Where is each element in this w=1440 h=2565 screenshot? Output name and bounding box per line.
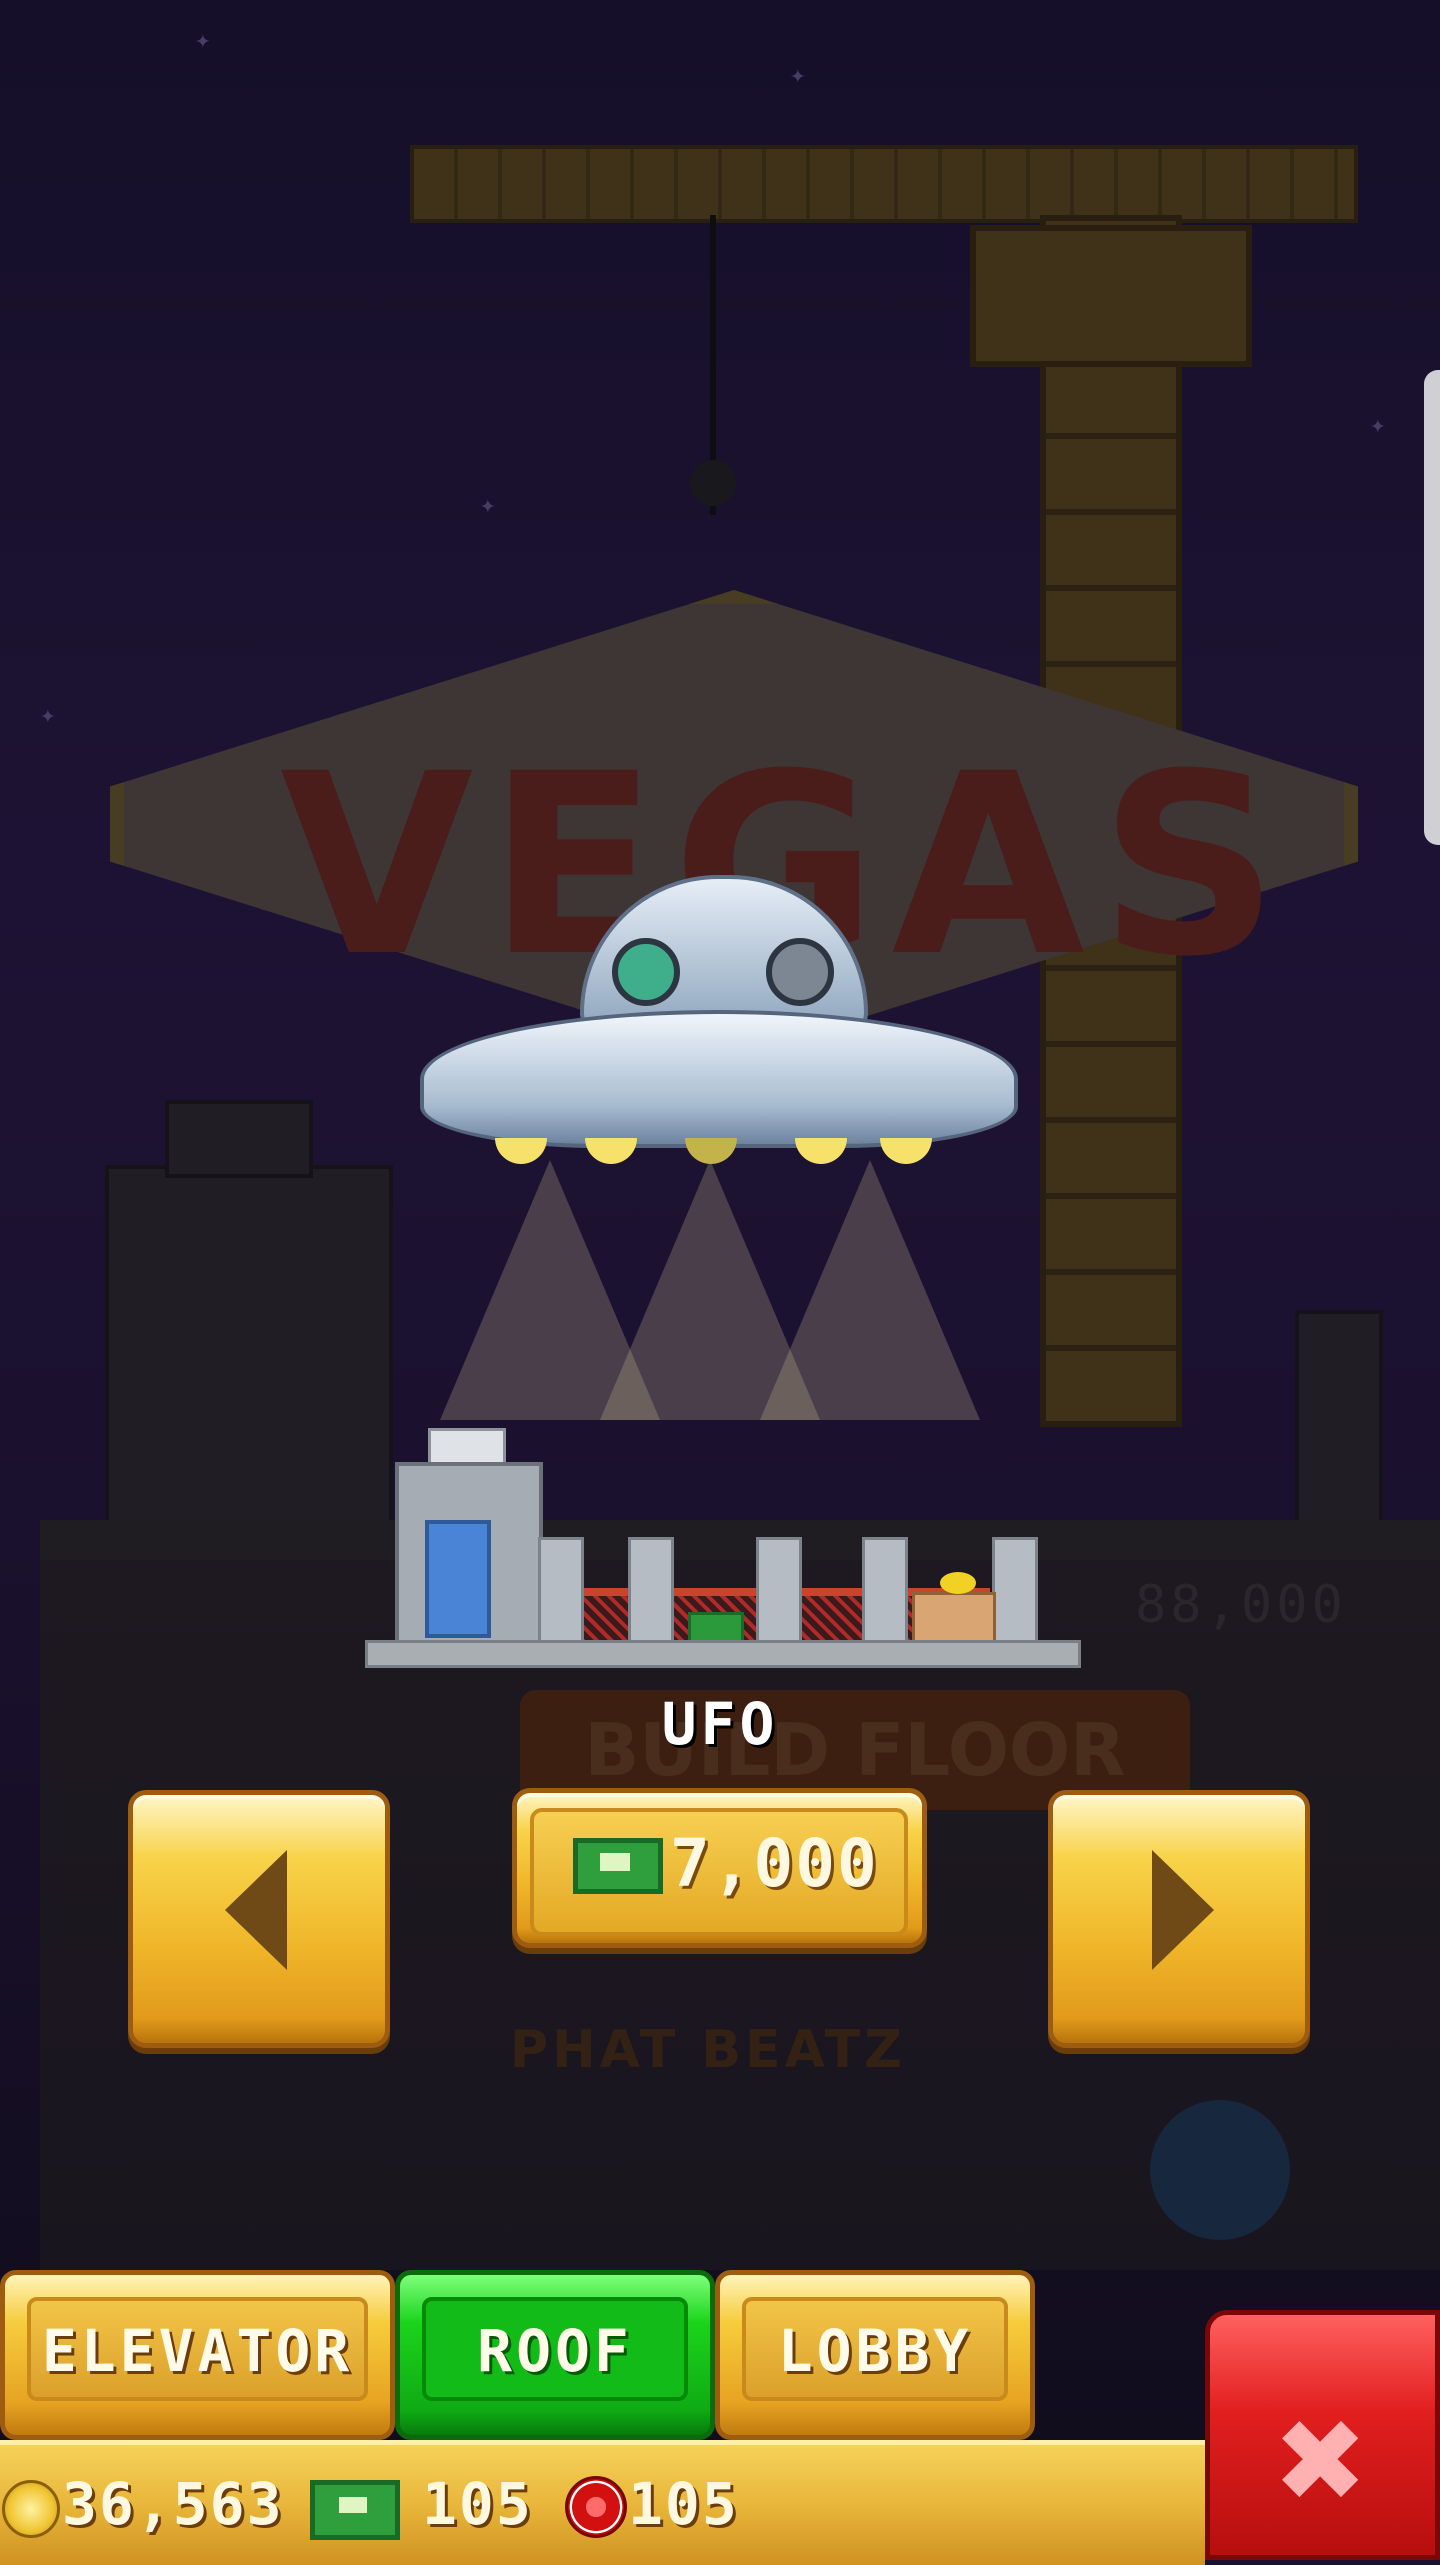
roof-base (365, 1640, 1081, 1668)
roof-coins (940, 1572, 976, 1594)
coin-icon (2, 2480, 60, 2538)
roof-crate (912, 1592, 996, 1646)
price-label: 7,000 (670, 1825, 879, 1902)
tab-lobby[interactable]: LOBBY (715, 2270, 1035, 2440)
roof-post (862, 1537, 908, 1646)
chips-count: 105 (628, 2470, 739, 2538)
bux-icon (310, 2480, 400, 2540)
close-button[interactable]: ✖ (1205, 2310, 1440, 2560)
roof-post (756, 1537, 802, 1646)
ufo-beam (760, 1160, 980, 1420)
roof-post (992, 1537, 1038, 1646)
bux-count: 105 (422, 2470, 533, 2538)
tab-label: ROOF (477, 2317, 633, 2385)
ufo-window (766, 938, 834, 1006)
roof-item-name: UFO (661, 1690, 779, 1758)
coins-count: 36,563 (62, 2470, 284, 2538)
roof-post (628, 1537, 674, 1646)
tab-label: ELEVATOR (41, 2317, 354, 2385)
roof-door (425, 1520, 491, 1638)
chip-icon (565, 2476, 627, 2538)
roof-post (538, 1537, 584, 1646)
tab-label: LOBBY (777, 2317, 973, 2385)
ufo-saucer (420, 1010, 1018, 1148)
arrow-left-icon (225, 1850, 287, 1970)
bux-icon (573, 1838, 663, 1894)
ufo-window-alien (612, 938, 680, 1006)
close-icon: ✖ (1277, 2373, 1368, 2547)
tab-elevator[interactable]: ELEVATOR (0, 2270, 395, 2440)
edge-panel-handle[interactable] (1424, 370, 1440, 845)
arrow-right-icon (1152, 1850, 1214, 1970)
tab-roof[interactable]: ROOF (395, 2270, 715, 2440)
